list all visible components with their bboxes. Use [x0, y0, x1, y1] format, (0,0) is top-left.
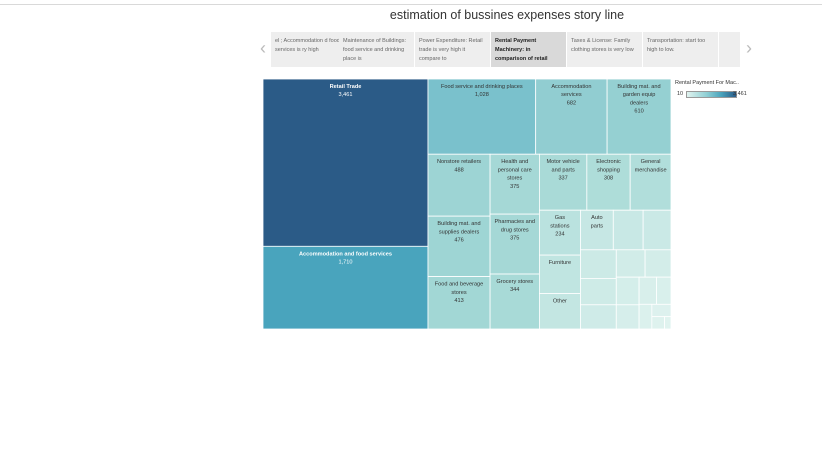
treemap-label-furniture: Furniture	[549, 260, 571, 266]
treemap-tile-unlabeled[interactable]	[580, 278, 617, 306]
story-point-spacer	[719, 32, 741, 67]
treemap-label-other: Other	[553, 298, 567, 304]
treemap-tile-unlabeled[interactable]	[651, 316, 666, 329]
legend-min-label: 10	[677, 91, 684, 97]
treemap-tile-unlabeled[interactable]	[664, 316, 671, 329]
legend-title: Rental Payment For Mac..	[675, 80, 739, 86]
treemap-tile-unlabeled[interactable]	[651, 303, 671, 318]
treemap-svg: Retail Trade 3,461Accommodation and food …	[263, 79, 671, 329]
top-divider	[0, 4, 822, 5]
treemap-tile-unlabeled[interactable]	[638, 276, 657, 305]
story-point-1[interactable]: el ; Accommodation d food services is ry…	[271, 32, 347, 67]
story-point-3[interactable]: Power Expenditure: Retail trade is very …	[415, 32, 491, 67]
treemap-tile-unlabeled[interactable]	[580, 304, 617, 329]
treemap-tile-food-service-and-drinking-places[interactable]	[427, 79, 537, 155]
chevron-left-icon[interactable]: ‹	[255, 32, 271, 67]
treemap-tile-building-mat-and-garden-equip-dealers[interactable]	[606, 79, 671, 155]
treemap-tile-unlabeled[interactable]	[638, 303, 653, 329]
chevron-right-icon[interactable]: ›	[741, 32, 757, 67]
color-legend: Rental Payment For Mac.. 10 3,461	[675, 80, 785, 104]
treemap-chart: Retail Trade 3,461 Accommodation and food …	[263, 79, 671, 329]
story-point-6[interactable]: Transportation: start too high to low.	[643, 32, 719, 67]
treemap-tile-accommodation-services[interactable]	[535, 79, 608, 155]
story-navigator: ‹ el ; Accommodation d food services is …	[255, 32, 763, 67]
treemap-tile-unlabeled[interactable]	[612, 209, 644, 251]
treemap-tile-unlabeled[interactable]	[644, 249, 671, 278]
treemap-tile-unlabeled[interactable]	[642, 209, 671, 251]
page-title: estimation of bussines expenses story li…	[389, 8, 625, 22]
treemap-tile-unlabeled[interactable]	[656, 276, 671, 305]
treemap-tile-unlabeled[interactable]	[615, 276, 640, 306]
legend-max-label: 3,461	[733, 91, 747, 97]
treemap-tile-unlabeled[interactable]	[615, 249, 646, 278]
story-point-5[interactable]: Taxes & License: Family clothing stores …	[567, 32, 643, 67]
treemap-tile-unlabeled[interactable]	[615, 304, 640, 329]
treemap-tile-unlabeled[interactable]	[580, 249, 617, 279]
story-point-2[interactable]: Maintenance of Buildings: food service a…	[339, 32, 415, 67]
legend-gradient	[686, 91, 737, 98]
story-point-4[interactable]: Rental Payment Machinery: in comparison …	[491, 32, 567, 67]
treemap-tile-retail-trade[interactable]	[263, 79, 429, 247]
